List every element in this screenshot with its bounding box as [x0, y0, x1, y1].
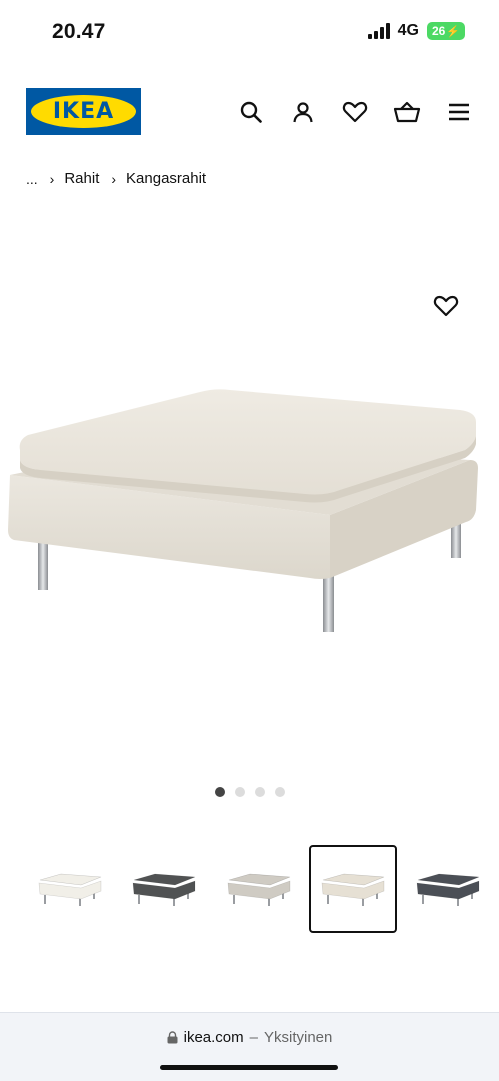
carousel-dot[interactable] [214, 787, 225, 797]
product-thumbnail[interactable] [309, 845, 397, 933]
product-image[interactable] [0, 380, 499, 640]
private-mode-label: Yksityinen [264, 1029, 333, 1046]
chevron-right-icon: › [111, 170, 117, 187]
product-thumbnail[interactable] [404, 845, 492, 933]
browser-address-bar[interactable]: ikea.com – Yksityinen [0, 1012, 499, 1081]
status-time: 20.47 [52, 20, 106, 43]
network-label: 4G [397, 22, 419, 39]
ikea-logo[interactable]: IKEA [26, 88, 141, 135]
status-indicators: 4G 26 ⚡ [367, 22, 465, 40]
charging-icon: ⚡ [446, 25, 460, 38]
chevron-right-icon: › [49, 170, 55, 187]
carousel-dot[interactable] [234, 787, 245, 797]
breadcrumb-item-rahit[interactable]: Rahit [64, 170, 99, 187]
logo-text: IKEA [52, 99, 115, 124]
menu-icon[interactable] [445, 98, 473, 126]
breadcrumb-ellipsis[interactable]: ... [26, 171, 38, 187]
status-bar: 20.47 4G 26 ⚡ [0, 0, 499, 66]
signal-icon [367, 23, 390, 39]
breadcrumb: ... › Rahit › Kangasrahit [26, 170, 206, 187]
battery-icon: 26 ⚡ [426, 22, 465, 40]
carousel-dot[interactable] [274, 787, 285, 797]
battery-level: 26 [431, 24, 446, 38]
carousel-dot[interactable] [254, 787, 265, 797]
product-thumbnail[interactable] [26, 845, 114, 933]
breadcrumb-item-kangasrahit[interactable]: Kangasrahit [126, 170, 206, 187]
account-icon[interactable] [289, 98, 317, 126]
carousel-dots [0, 787, 499, 797]
add-to-favourites-heart-icon[interactable] [433, 294, 459, 320]
url-separator: – [249, 1029, 258, 1046]
basket-icon[interactable] [393, 98, 421, 126]
heart-icon[interactable] [341, 98, 369, 126]
header-actions [237, 98, 473, 126]
thumbnail-strip [20, 845, 499, 933]
product-thumbnail[interactable] [120, 845, 208, 933]
url-row[interactable]: ikea.com – Yksityinen [0, 1029, 499, 1046]
search-icon[interactable] [237, 98, 265, 126]
site-header: IKEA [0, 86, 499, 138]
logo-oval: IKEA [31, 95, 136, 128]
url-domain: ikea.com [183, 1029, 244, 1046]
home-indicator[interactable] [160, 1065, 338, 1070]
product-thumbnail[interactable] [215, 845, 303, 933]
lock-icon [167, 1031, 178, 1044]
